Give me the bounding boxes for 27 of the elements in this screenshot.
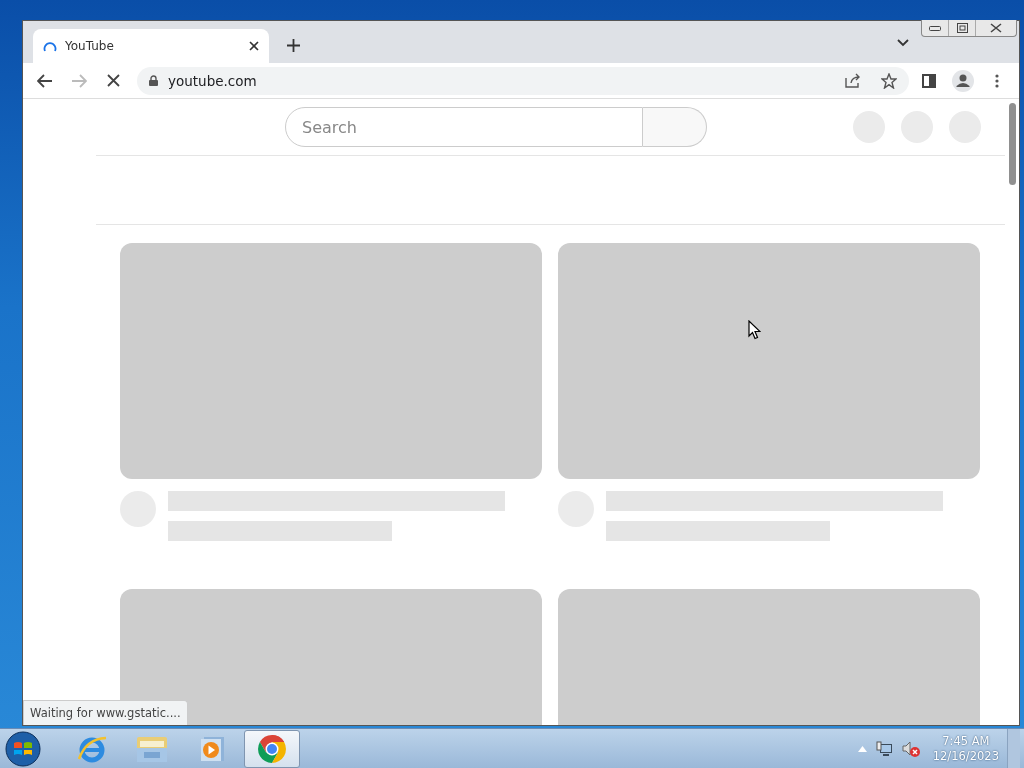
chevron-down-icon[interactable] <box>897 39 909 47</box>
plus-icon[interactable] <box>286 38 300 52</box>
side-panel-icon[interactable] <box>922 73 936 88</box>
close-icon[interactable] <box>990 23 1002 33</box>
close-icon[interactable] <box>249 41 259 51</box>
browser-tab[interactable]: YouTube <box>33 29 269 63</box>
profile-icon[interactable] <box>952 69 974 92</box>
lock-icon <box>149 75 158 86</box>
scrollbar-thumb[interactable] <box>1008 103 1016 185</box>
menu-icon[interactable] <box>995 73 999 88</box>
muted-speaker-icon[interactable] <box>900 739 921 758</box>
clock-date: 12/16/2023 <box>932 748 999 764</box>
stop-icon[interactable] <box>106 74 120 87</box>
status-bubble: Waiting for www.gstatic.... <box>23 700 188 725</box>
url-text: youtube.com <box>168 72 258 89</box>
start-button[interactable] <box>5 730 41 767</box>
clock-time: 7:45 AM <box>942 733 990 749</box>
search-field[interactable]: Search <box>285 107 643 147</box>
minimize-icon[interactable] <box>929 25 941 31</box>
mouse-pointer-icon <box>748 320 761 340</box>
address-bar[interactable]: youtube.com <box>137 66 909 95</box>
back-icon[interactable] <box>37 73 53 88</box>
star-icon[interactable] <box>881 72 897 89</box>
share-icon[interactable] <box>845 73 861 88</box>
network-icon[interactable] <box>874 740 893 757</box>
chrome-icon[interactable] <box>256 732 288 765</box>
maximize-icon[interactable] <box>956 23 968 33</box>
